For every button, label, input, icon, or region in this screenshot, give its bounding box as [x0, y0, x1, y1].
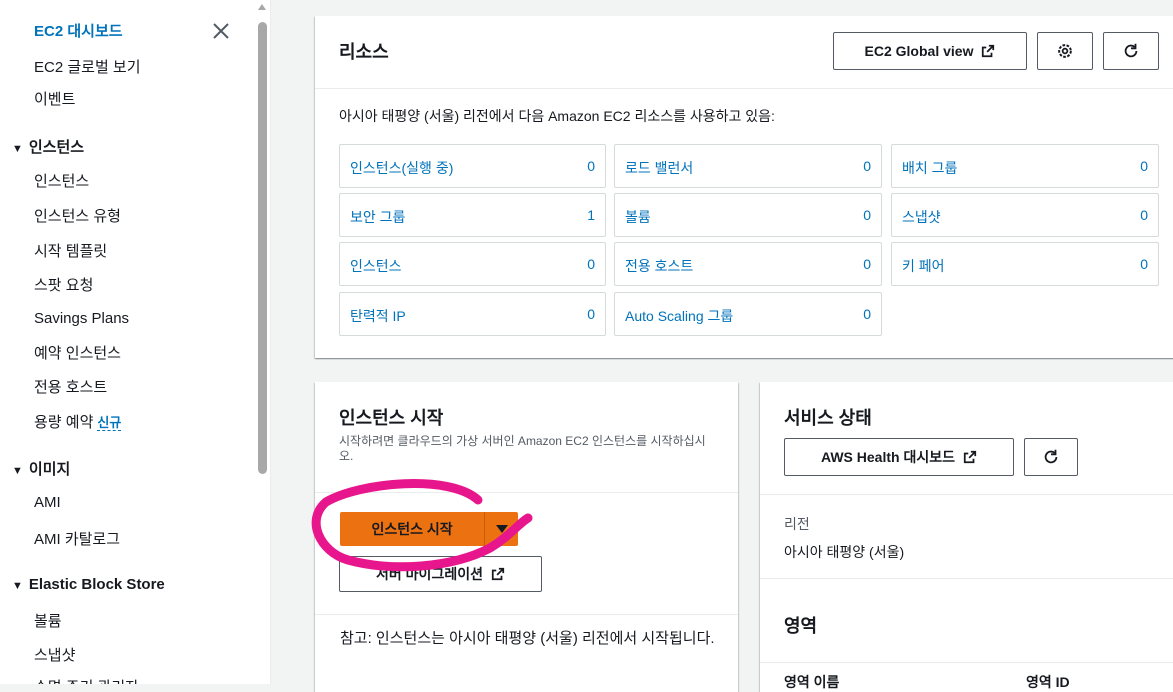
region-label: 리전	[784, 516, 810, 532]
divider	[315, 614, 738, 615]
refresh-icon	[1044, 449, 1058, 464]
divider	[760, 578, 1173, 579]
sidebar-section-instances[interactable]: ▼ 인스턴스	[12, 136, 84, 157]
resource-tile-dedicated-hosts[interactable]: 전용 호스트 0	[614, 242, 882, 286]
resources-description: 아시아 태평양 (서울) 리전에서 다음 Amazon EC2 리소스를 사용하…	[339, 108, 775, 124]
launch-dropdown-toggle[interactable]	[485, 512, 518, 546]
sidebar-item-instance-types[interactable]: 인스턴스 유형	[34, 205, 121, 226]
caret-down-icon: ▼	[12, 580, 23, 592]
sidebar-item-spot-requests[interactable]: 스팟 요청	[34, 274, 93, 295]
zones-title: 영역	[784, 616, 818, 636]
region-value: 아시아 태평양 (서울)	[784, 544, 905, 560]
aws-health-dashboard-button[interactable]: AWS Health 대시보드	[784, 438, 1014, 476]
sidebar-item-launch-templates[interactable]: 시작 템플릿	[34, 240, 107, 261]
divider	[760, 494, 1173, 495]
zone-id-header: 영역 ID	[1026, 674, 1070, 690]
launch-description: 시작하려면 클라우드의 가상 서버인 Amazon EC2 인스턴스를 시작하십…	[339, 434, 706, 463]
ec2-global-view-button[interactable]: EC2 Global view	[833, 32, 1027, 70]
health-refresh-button[interactable]	[1024, 438, 1078, 476]
resources-title: 리소스	[339, 42, 389, 62]
external-link-icon	[963, 450, 977, 464]
resource-tile-running-instances[interactable]: 인스턴스(실행 중) 0	[339, 144, 606, 188]
sidebar-item-ec2-dashboard[interactable]: EC2 대시보드	[34, 20, 123, 41]
launch-title: 인스턴스 시작	[339, 408, 444, 428]
launch-instance-label: 인스턴스 시작	[340, 512, 486, 546]
resource-tile-snapshots[interactable]: 스냅샷 0	[891, 193, 1159, 237]
gear-icon	[1058, 44, 1072, 58]
sidebar-item-lifecycle-manager[interactable]: 수명 주기 관리자	[34, 676, 139, 684]
divider	[760, 662, 1173, 663]
sidebar-section-images[interactable]: ▼ 이미지	[12, 458, 70, 479]
resources-panel: 리소스 EC2 Global view 아시아 태평양 (서울) 리전에서 다음…	[315, 16, 1173, 358]
resource-tile-elastic-ips[interactable]: 탄력적 IP 0	[339, 292, 606, 336]
new-badge: 신규	[97, 415, 122, 431]
zone-name-header: 영역 이름	[784, 674, 840, 690]
sidebar-item-snapshots[interactable]: 스냅샷	[34, 644, 75, 665]
resource-tile-placement-groups[interactable]: 배치 그룹 0	[891, 144, 1159, 188]
divider	[315, 492, 738, 493]
launch-region-note: 참고: 인스턴스는 아시아 태평양 (서울) 리전에서 시작됩니다.	[340, 630, 715, 647]
divider	[315, 88, 1173, 89]
sidebar-scrollbar[interactable]	[256, 0, 268, 684]
caret-down-icon	[495, 525, 508, 533]
sidebar-item-capacity-reservations[interactable]: 용량 예약 신규	[34, 411, 122, 432]
resource-tile-volumes[interactable]: 볼륨 0	[614, 193, 882, 237]
resource-tile-security-groups[interactable]: 보안 그룹 1	[339, 193, 606, 237]
sidebar-section-ebs[interactable]: ▼ Elastic Block Store	[12, 576, 165, 593]
sidebar-item-dedicated-hosts[interactable]: 전용 호스트	[34, 376, 107, 397]
sidebar-item-events[interactable]: 이벤트	[34, 88, 75, 109]
sidebar-item-reserved-instances[interactable]: 예약 인스턴스	[34, 342, 121, 363]
migrate-server-button[interactable]: 서버 마이그레이션	[339, 556, 542, 592]
scrollbar-thumb[interactable]	[258, 22, 267, 474]
sidebar-item-ami[interactable]: AMI	[34, 494, 61, 511]
sidebar-item-global-view[interactable]: EC2 글로벌 보기	[34, 56, 141, 77]
caret-down-icon: ▼	[12, 143, 23, 155]
scroll-up-arrow-icon[interactable]	[258, 4, 266, 10]
external-link-icon	[491, 567, 505, 581]
resource-tile-instances[interactable]: 인스턴스 0	[339, 242, 606, 286]
close-icon[interactable]	[210, 20, 232, 42]
sidebar-item-instances[interactable]: 인스턴스	[34, 170, 89, 191]
refresh-button[interactable]	[1103, 32, 1159, 70]
launch-instance-button[interactable]: 인스턴스 시작	[340, 512, 518, 546]
sidebar-item-volumes[interactable]: 볼륨	[34, 610, 62, 631]
settings-button[interactable]	[1037, 32, 1093, 70]
sidebar-item-ami-catalog[interactable]: AMI 카탈로그	[34, 528, 120, 549]
resource-tile-auto-scaling-groups[interactable]: Auto Scaling 그룹 0	[614, 292, 882, 336]
caret-down-icon: ▼	[12, 465, 23, 477]
sidebar-item-savings-plans[interactable]: Savings Plans	[34, 310, 129, 327]
resource-tile-key-pairs[interactable]: 키 페어 0	[891, 242, 1159, 286]
refresh-icon	[1124, 43, 1138, 58]
sidebar-navigation: EC2 대시보드 EC2 글로벌 보기 이벤트 ▼ 인스턴스 인스턴스 인스턴스 …	[0, 0, 271, 684]
service-health-title: 서비스 상태	[784, 408, 872, 428]
external-link-icon	[982, 44, 995, 58]
resource-tile-load-balancers[interactable]: 로드 밸런서 0	[614, 144, 882, 188]
service-health-panel: 서비스 상태 AWS Health 대시보드 리전 아시아 태평양 (서울) 영…	[760, 382, 1173, 692]
